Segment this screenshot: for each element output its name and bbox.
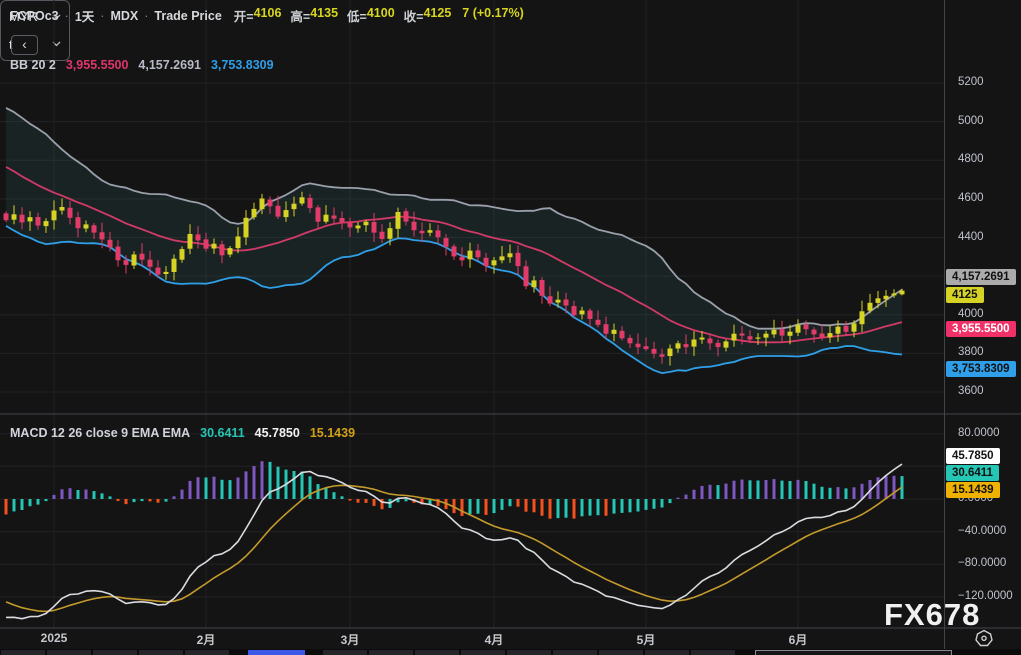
high-label: 高= (290, 6, 310, 25)
toolbar-cell (507, 650, 551, 655)
legend-separator: · (144, 9, 148, 23)
open-value: 4106 (254, 6, 282, 25)
macd-hist-value: 30.6411 (200, 426, 245, 440)
time-axis-label: 5月 (637, 631, 656, 648)
bb-upper-badge: 4,157.2691 (946, 269, 1016, 285)
macd-indicator-title[interactable]: MACD 12 26 close 9 EMA EMA (10, 426, 190, 440)
bb-basis-value: 3,955.5500 (66, 58, 129, 72)
bb-indicator-legend: BB 20 2 3,955.5500 4,157.2691 3,753.8309 (10, 58, 274, 72)
bb-lower-value: 3,753.8309 (211, 58, 274, 72)
close-value: 4125 (423, 6, 451, 25)
symbol-name[interactable]: FCPOc3 (10, 9, 59, 23)
legend-separator: · (100, 9, 104, 23)
price-tick-label: 4400 (958, 231, 984, 243)
macd-signal-value: 15.1439 (310, 426, 355, 440)
toolbar-cell (553, 650, 597, 655)
price-tick-label: 4000 (958, 308, 984, 320)
back-button[interactable]: ‹ (11, 35, 38, 55)
toolbar-cell (645, 650, 689, 655)
toolbar-cell (415, 650, 459, 655)
hist-value-badge: 30.6411 (946, 465, 999, 481)
close-label: 收= (404, 6, 424, 25)
time-axis-label: 2月 (197, 631, 216, 648)
macd-indicator-legend: MACD 12 26 close 9 EMA EMA 30.6411 45.78… (10, 426, 355, 440)
interval-label[interactable]: 1天 (75, 6, 94, 25)
price-tick-label: 5000 (958, 115, 984, 127)
toolbar-cell-active (248, 650, 305, 655)
toolbar-cell (47, 650, 91, 655)
macd-line-value: 45.7850 (255, 426, 300, 440)
toolbar-cell (691, 650, 735, 655)
time-axis-label: 4月 (485, 631, 504, 648)
toolbar-cell (185, 650, 229, 655)
watermark-logo: FX678 (884, 597, 980, 633)
macd-tick-label: −40.0000 (958, 525, 1006, 537)
toolbar-cell (139, 650, 183, 655)
open-label: 开= (234, 6, 254, 25)
time-axis-label: 3月 (341, 631, 360, 648)
settings-icon[interactable] (974, 629, 994, 648)
toolbar-cell (461, 650, 505, 655)
price-tick-label: 4600 (958, 192, 984, 204)
toolbar-cell (369, 650, 413, 655)
low-value: 4100 (367, 6, 395, 25)
bb-upper-value: 4,157.2691 (138, 58, 201, 72)
time-axis-label: 6月 (789, 631, 808, 648)
symbol-legend: FCPOc3 · 1天 · MDX · Trade Price 开=4106 高… (10, 6, 524, 25)
high-value: 4135 (310, 6, 338, 25)
legend-separator: · (65, 9, 69, 23)
toolbar-cell (93, 650, 137, 655)
macd-tick-label: 80.0000 (958, 427, 1000, 439)
ohlc-values: 开=4106 高=4135 低=4100 收=4125 7 (+0.17%) (234, 6, 524, 25)
signal-value-badge: 15.1439 (946, 482, 1000, 498)
trading-chart-window: FCPOc3 · 1天 · MDX · Trade Price 开=4106 高… (0, 0, 1021, 655)
change-value: 7 (+0.17%) (462, 6, 524, 25)
price-type-label: Trade Price (154, 9, 221, 23)
toolbar-goto-box (755, 650, 952, 655)
price-tick-label: 3800 (958, 346, 984, 358)
toolbar-cell (1, 650, 45, 655)
chart-canvas[interactable] (0, 0, 1021, 655)
macd-value-badge: 45.7850 (946, 448, 1000, 464)
low-label: 低= (347, 6, 367, 25)
price-tick-label: 4800 (958, 153, 984, 165)
bb-indicator-title[interactable]: BB 20 2 (10, 58, 56, 72)
bb-lower-badge: 3,753.8309 (946, 361, 1016, 377)
macd-tick-label: −80.0000 (958, 557, 1006, 569)
price-tick-label: 5200 (958, 76, 984, 88)
price-tick-label: 3600 (958, 385, 984, 397)
toolbar-cell (599, 650, 643, 655)
time-axis-label: 2025 (41, 631, 68, 645)
exchange-label: MDX (110, 9, 138, 23)
bottom-toolbar (0, 649, 1021, 655)
toolbar-cell (323, 650, 367, 655)
bb-basis-badge: 3,955.5500 (946, 321, 1016, 337)
last-price-badge: 4125 (946, 287, 984, 303)
